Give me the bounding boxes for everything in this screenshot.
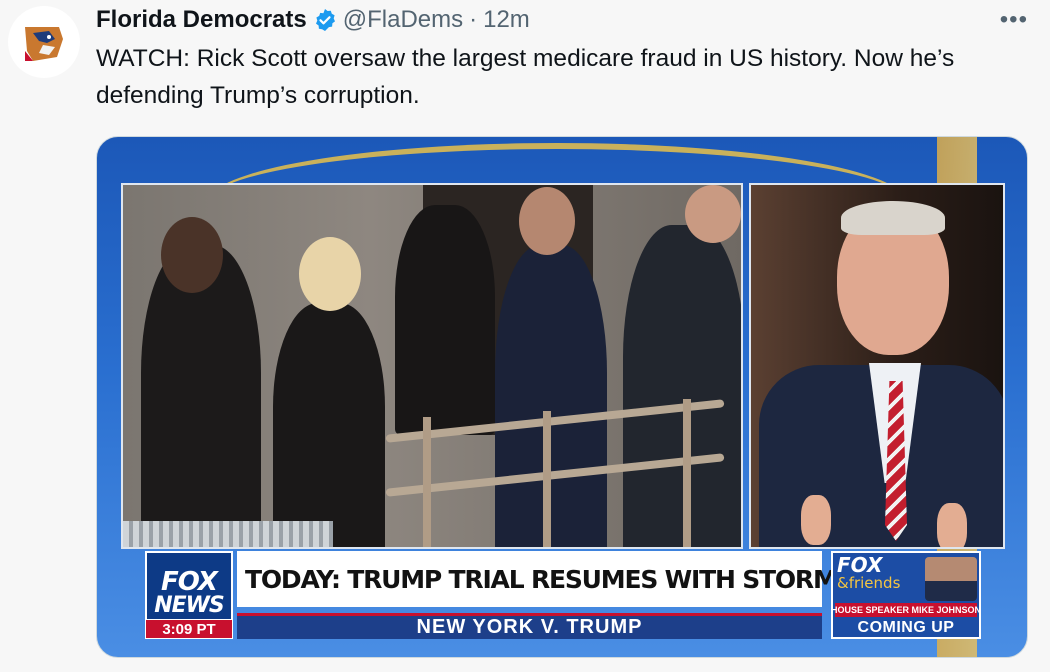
promo-photo xyxy=(925,557,977,601)
guest-hand xyxy=(801,495,831,545)
show-logo-line1: FOX xyxy=(837,553,883,577)
show-logo-line2: &friends xyxy=(837,574,901,592)
person-head xyxy=(299,237,361,311)
person-head xyxy=(519,187,575,255)
promo-status: COMING UP xyxy=(857,619,955,636)
person-head xyxy=(161,217,223,293)
avatar[interactable] xyxy=(8,6,80,78)
lower-third: FOX NEWS 3:09 PT TODAY: TRUMP TRIAL RESU… xyxy=(97,549,1027,657)
person-head xyxy=(685,185,741,243)
fox-news-logo-line2: NEWS xyxy=(154,593,225,618)
florida-panther-logo-icon xyxy=(25,27,63,61)
railing-post xyxy=(683,399,691,547)
person-silhouette xyxy=(495,245,607,547)
guest-hair xyxy=(841,201,945,235)
tweet-text: WATCH: Rick Scott oversaw the largest me… xyxy=(96,45,955,109)
railing-post xyxy=(543,411,551,547)
verified-badge-icon xyxy=(313,8,337,32)
broadcast-time: 3:09 PT xyxy=(145,619,233,639)
fox-and-friends-promo: FOX &friends HOUSE SPEAKER MIKE JOHNSON … xyxy=(831,551,981,639)
crowd-barrier xyxy=(123,521,333,547)
railing-post xyxy=(423,417,431,547)
separator-dot: · xyxy=(469,6,478,33)
chyron-headline: TODAY: TRUMP TRIAL RESUMES WITH STORMY D… xyxy=(237,551,975,607)
video-player[interactable]: FOX NEWS 3:09 PT TODAY: TRUMP TRIAL RESU… xyxy=(96,136,1028,658)
post-time[interactable]: 12m xyxy=(483,6,530,34)
chyron-subheadline-text: NEW YORK V. TRUMP xyxy=(416,616,643,638)
chyron-subheadline: NEW YORK V. TRUMP xyxy=(237,613,822,639)
author-name[interactable]: Florida Democrats xyxy=(96,6,307,34)
more-options-icon[interactable]: ••• xyxy=(1000,6,1028,34)
person-silhouette xyxy=(273,303,385,547)
tweet-header: Florida Democrats @FlaDems · 12m xyxy=(96,6,530,34)
guest-footage xyxy=(749,183,1005,549)
person-silhouette xyxy=(395,205,495,435)
courthouse-footage xyxy=(121,183,743,549)
fox-news-logo-line1: FOX xyxy=(161,567,218,597)
author-handle[interactable]: @FlaDems xyxy=(343,6,463,34)
guest-hand xyxy=(937,503,967,547)
promo-caption: HOUSE SPEAKER MIKE JOHNSON xyxy=(830,603,982,617)
fox-and-friends-logo: FOX &friends xyxy=(837,555,921,595)
